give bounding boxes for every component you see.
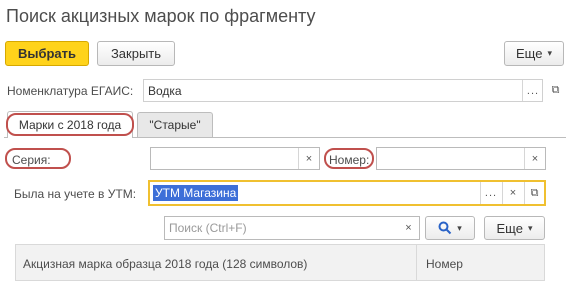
highlight-oval-number [324,148,374,169]
nomenclature-label: Номенклатура ЕГАИС: [7,84,134,98]
utm-clear-icon[interactable]: × [502,182,523,204]
utm-label: Была на учете в УТМ: [14,187,137,201]
search-input[interactable]: Поиск (Ctrl+F) × [164,216,420,240]
close-button[interactable]: Закрыть [97,41,175,66]
table-header: Акцизная марка образца 2018 года (128 си… [15,244,545,281]
nomenclature-value: Водка [148,84,182,98]
nomenclature-field[interactable]: Водка ... [143,79,543,102]
window-title: Поиск акцизных марок по фрагменту [6,6,316,26]
select-button[interactable]: Выбрать [5,41,89,66]
column-divider [416,245,417,281]
number-field[interactable]: × [376,147,546,170]
search-more-button[interactable]: Еще ▾ [484,216,545,240]
search-icon [438,221,452,235]
search-placeholder: Поиск (Ctrl+F) [169,221,247,235]
utm-field[interactable]: УТМ Магазина ... × ⧉ [148,180,546,206]
tab-old[interactable]: "Старые" [137,112,213,137]
utm-value: УТМ Магазина [153,185,239,201]
number-clear-icon[interactable]: × [524,148,545,169]
nomenclature-open-icon[interactable]: ⧉ [545,80,566,101]
series-clear-icon[interactable]: × [298,148,319,169]
search-more-label: Еще [496,220,523,236]
more-label: Еще [516,46,543,61]
chevron-down-icon: ▾ [547,48,552,58]
table-scrollbar[interactable] [545,244,557,281]
search-clear-icon[interactable]: × [398,217,419,238]
column-header-number[interactable]: Номер [426,257,463,271]
series-field[interactable]: × [150,147,320,170]
chevron-down-icon: ▾ [527,222,533,233]
highlight-oval-series [5,148,71,169]
utm-open-icon[interactable]: ⧉ [524,182,544,204]
utm-select-icon[interactable]: ... [480,182,501,204]
chevron-down-icon: ▾ [457,222,462,233]
more-button[interactable]: Еще ▾ [504,41,564,66]
nomenclature-select-icon[interactable]: ... [522,80,543,101]
column-header-mark[interactable]: Акцизная марка образца 2018 года (128 си… [23,257,307,271]
search-button[interactable]: ▾ [425,216,475,240]
highlight-oval-tab [6,113,134,136]
